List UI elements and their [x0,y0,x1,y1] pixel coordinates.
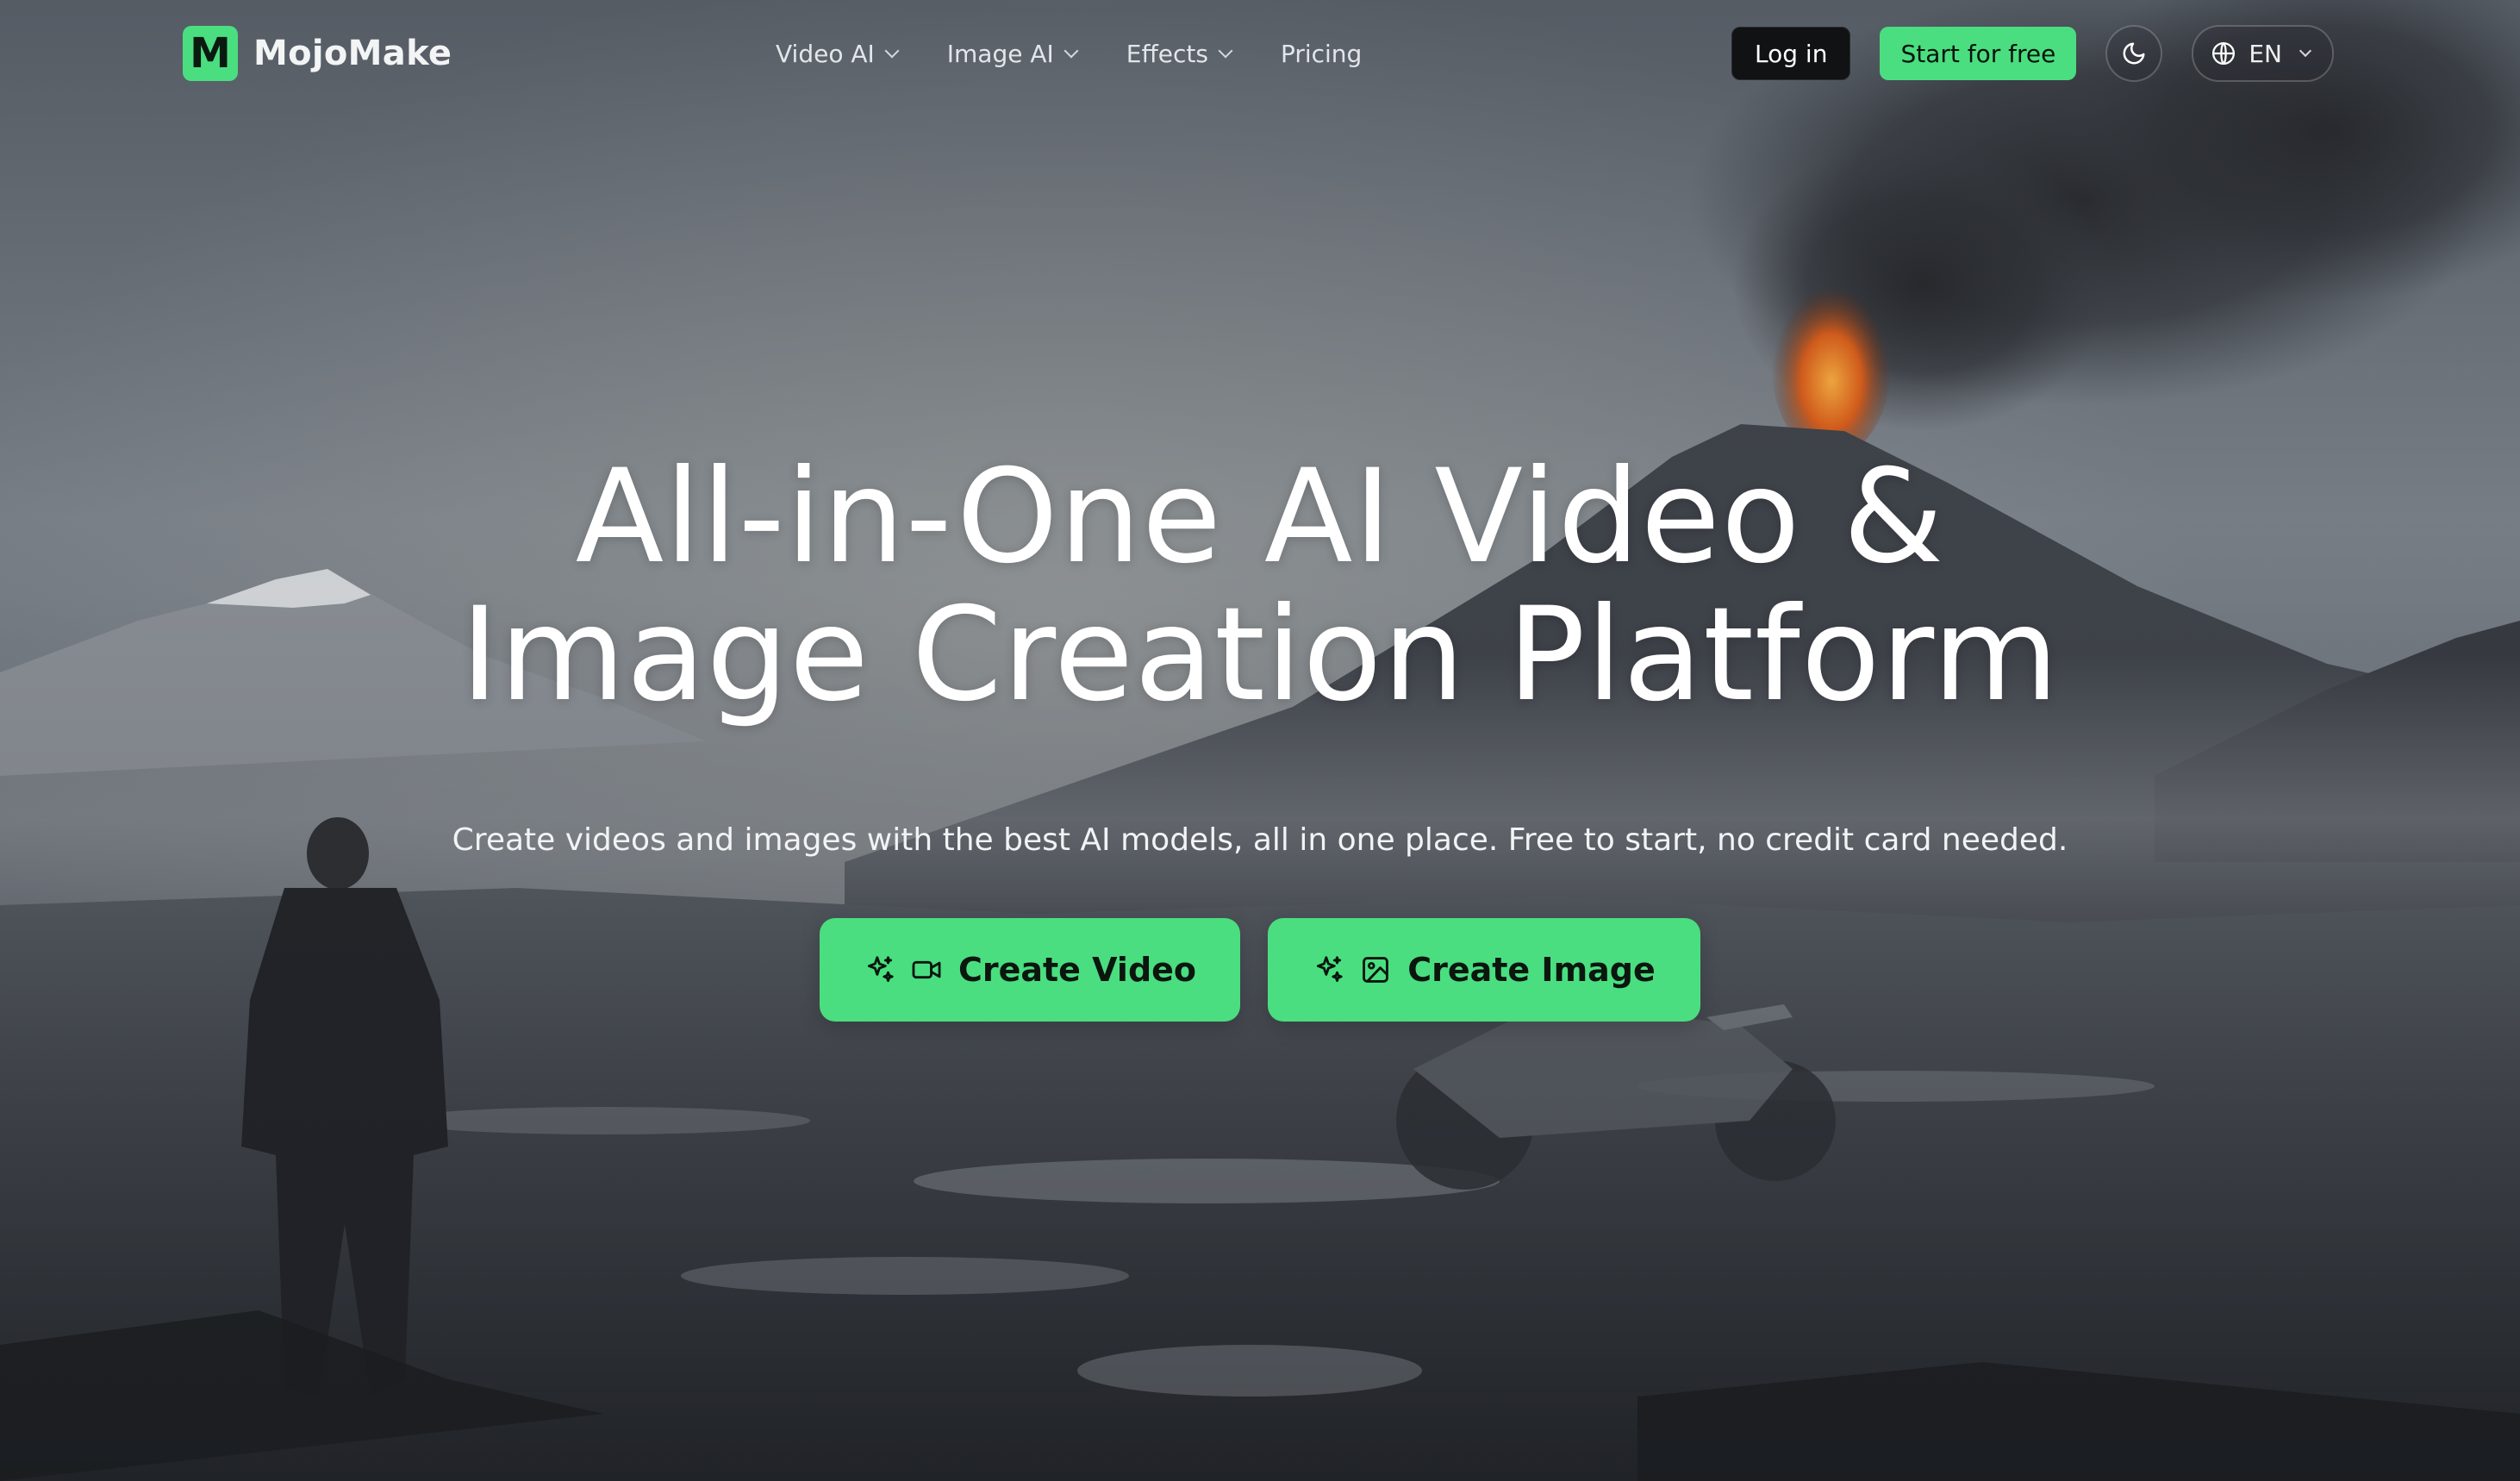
language-selector[interactable]: EN [2192,25,2334,82]
moon-icon [2123,42,2145,65]
chevron-down-icon [884,43,900,59]
brand-logo: M [183,26,238,81]
theme-toggle-button[interactable] [2105,25,2163,82]
create-image-button[interactable]: Create Image [1268,918,1700,1022]
brand-link[interactable]: M MojoMake [183,26,452,81]
main-menu: Video AI Image AI Effects Pricing [776,33,1412,74]
nav-item-pricing[interactable]: Pricing [1281,40,1362,68]
chevron-down-icon [1064,43,1079,59]
background-overlay [0,0,2520,1481]
nav-item-image-ai[interactable]: Image AI [946,39,1079,68]
language-label: EN [2249,39,2282,68]
create-image-label: Create Image [1407,951,1656,989]
nav-item-label: Pricing [1280,39,1363,68]
login-button[interactable]: Log in [1731,27,1851,80]
video-camera-icon [910,953,943,986]
hero-cta-group: Create Video Create Image [0,918,2520,1022]
create-video-label: Create Video [957,951,1197,989]
globe-icon [2212,42,2236,65]
sparkles-icon [864,953,896,986]
nav-item-effects[interactable]: Effects [1126,39,1233,68]
nav-actions: Log in Start for free EN [1731,25,2334,82]
hero-title: All-in-One AI Video & Image Creation Pla… [0,448,2520,724]
page: M MojoMake Video AI Image AI Effects Pri… [0,0,2520,1481]
hero-title-line-1: All-in-One AI Video & [575,442,1945,592]
nav-item-label: Image AI [946,39,1054,68]
brand-name: MojoMake [253,34,452,73]
hero-title-line-2: Image Creation Platform [460,580,2060,730]
nav-item-label: Video AI [776,39,875,68]
nav-item-video-ai[interactable]: Video AI [776,39,900,68]
hero-subtitle: Create videos and images with the best A… [452,822,2068,858]
chevron-down-icon [1218,43,1233,59]
chevron-down-icon [2299,44,2312,58]
image-icon [1359,953,1392,986]
create-video-button[interactable]: Create Video [820,918,1240,1022]
top-navigation: M MojoMake Video AI Image AI Effects Pri… [0,0,2520,107]
sparkles-icon [1313,953,1345,986]
nav-item-label: Effects [1126,39,1208,68]
start-for-free-button[interactable]: Start for free [1880,27,2077,80]
